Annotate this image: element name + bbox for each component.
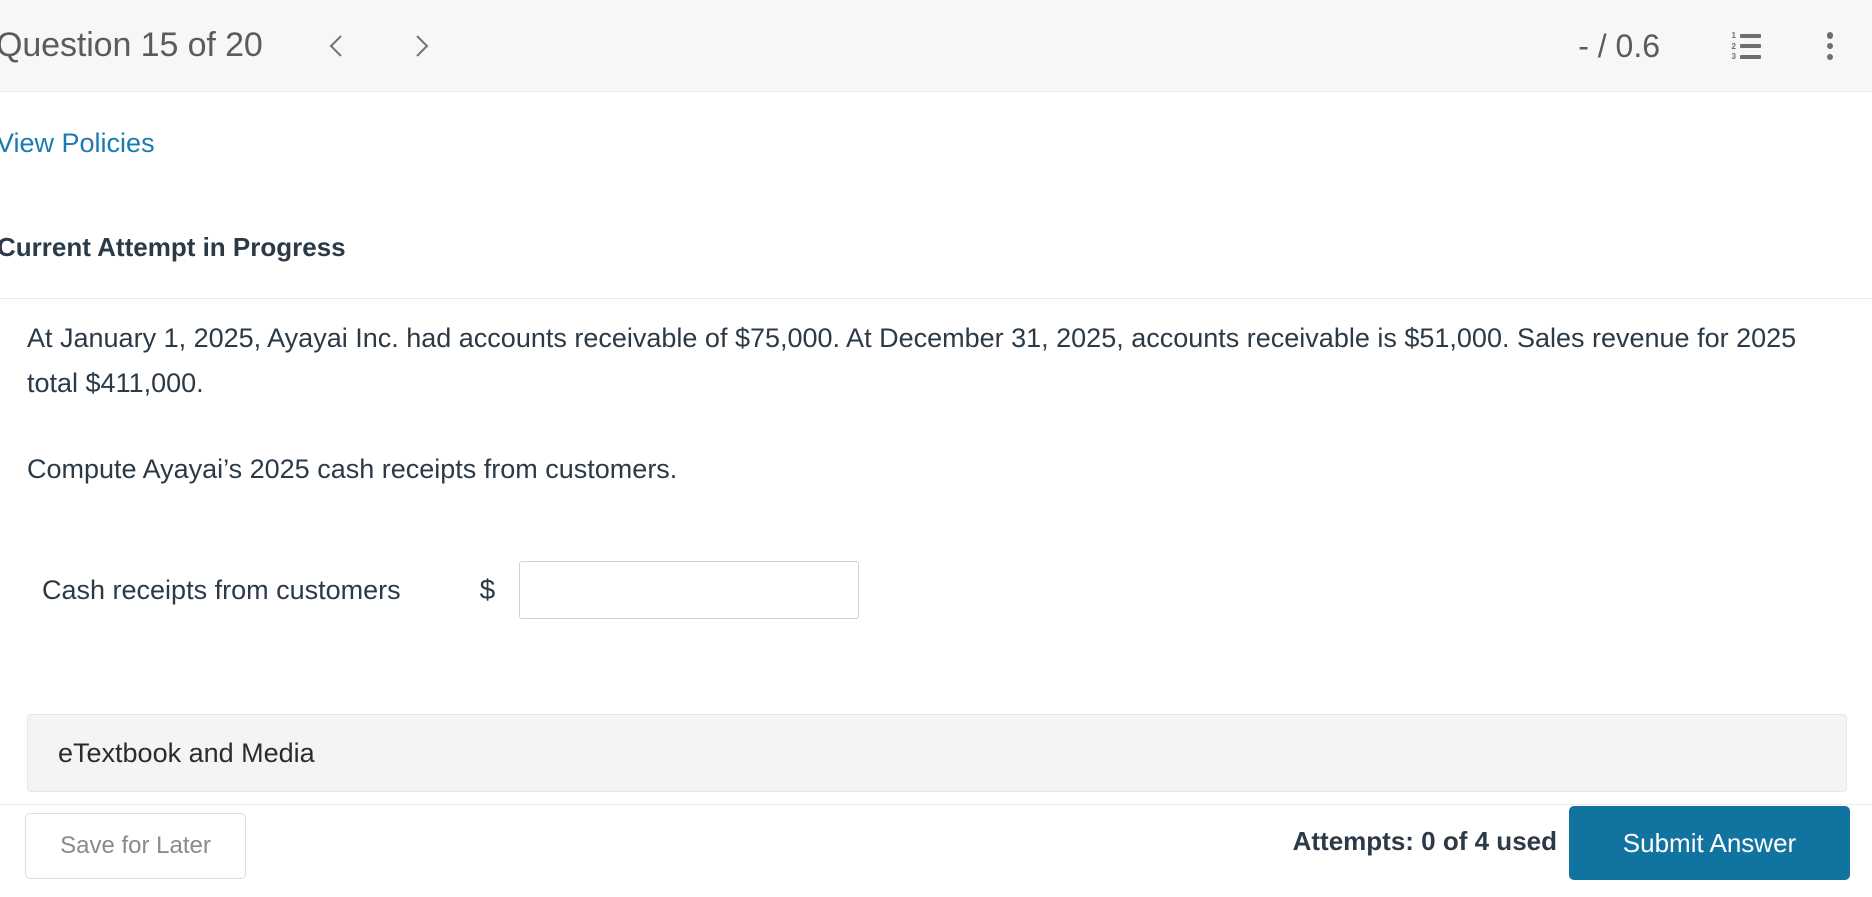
page-title: Question 15 of 20 [0,26,263,64]
question-paragraph-2: Compute Ayayai’s 2025 cash receipts from… [27,454,678,484]
kebab-menu-icon[interactable] [1814,29,1846,63]
header-right-group: - / 0.6 1 2 3 [1578,0,1872,92]
list-bar [1740,33,1761,38]
kebab-dot [1826,53,1834,60]
kebab-dot [1826,42,1834,50]
view-policies-link[interactable]: View Policies [0,128,155,159]
chevron-left-icon[interactable] [325,29,351,63]
answer-row: Cash receipts from customers $ [42,555,860,625]
list-bar [1740,54,1761,59]
list-number-3: 3 [1731,52,1736,61]
answer-label: Cash receipts from customers [42,574,401,605]
current-attempt-heading: Current Attempt in Progress [0,232,346,262]
etextbook-label: eTextbook and Media [58,737,315,768]
numbered-list-row: 2 [1730,41,1764,51]
numbered-list-icon[interactable]: 1 2 3 [1730,31,1764,61]
question-navigation [325,29,433,63]
save-for-later-button[interactable]: Save for Later [25,813,246,879]
etextbook-and-media-panel[interactable]: eTextbook and Media [27,714,1847,792]
list-number-2: 2 [1731,41,1736,51]
list-number-1: 1 [1731,31,1736,40]
chevron-right-icon[interactable] [407,29,433,63]
score-display: - / 0.6 [1578,27,1660,64]
list-bar [1740,44,1761,48]
dollar-sign-icon: $ [479,574,496,605]
footer-divider [0,804,1872,805]
submit-answer-button[interactable]: Submit Answer [1569,806,1850,880]
question-header-bar: Question 15 of 20 - / 0.6 1 2 3 [0,0,1872,92]
question-page: Question 15 of 20 - / 0.6 1 2 3 View Pol… [0,0,1872,897]
attempts-counter: Attempts: 0 of 4 used [1292,826,1557,856]
cash-receipts-input[interactable] [519,561,860,619]
question-paragraph-1: At January 1, 2025, Ayayai Inc. had acco… [27,323,1797,398]
numbered-list-row: 1 [1730,31,1764,40]
heading-divider [0,298,1872,299]
numbered-list-row: 3 [1730,52,1764,61]
kebab-dot [1826,32,1834,39]
